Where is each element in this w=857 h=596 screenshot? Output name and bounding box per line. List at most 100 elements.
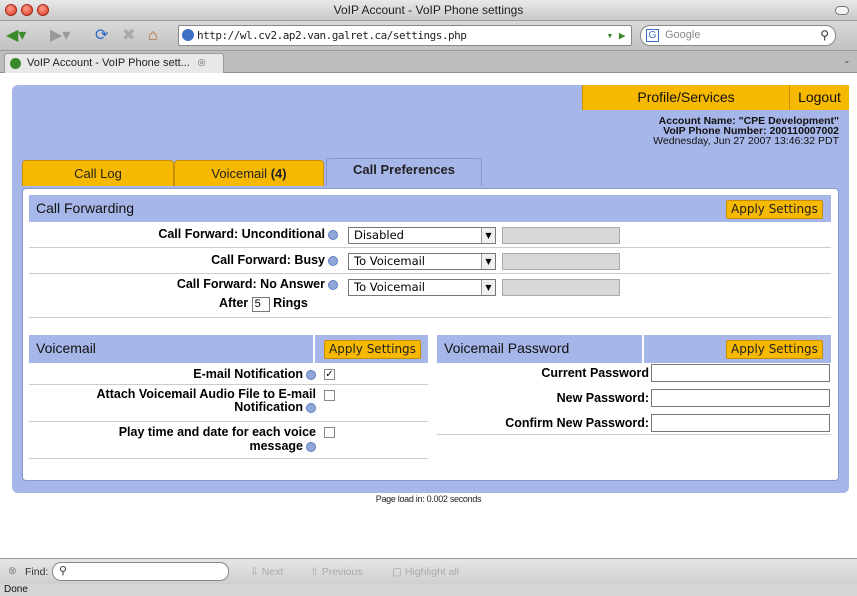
search-box[interactable]: G Google ⚲ (640, 25, 836, 46)
toolbar-toggle-button[interactable] (835, 6, 849, 15)
close-tab-icon[interactable]: ⊗ (197, 54, 206, 73)
close-find-icon[interactable]: ⊗ (8, 565, 17, 577)
browser-tab-label: VoIP Account - VoIP Phone sett... (27, 57, 190, 69)
unconditional-label: Call Forward: Unconditional (158, 227, 338, 241)
search-placeholder: Google (665, 29, 701, 41)
find-previous-button[interactable]: ⇧ Previous (310, 566, 363, 578)
forward-arrow-icon[interactable]: ▶▾ (50, 27, 70, 45)
after-label: After (219, 296, 249, 310)
section-tabs: Call Log Voicemail (4) Call Preferences (22, 158, 482, 186)
find-bar: ⊗ Find: ⚲ ⇩ Next ⇧ Previous ▢ Highlight … (0, 558, 857, 584)
favicon-icon (10, 58, 21, 69)
busy-select[interactable]: To Voicemail ▼ (348, 253, 496, 270)
unconditional-select[interactable]: Disabled ▼ (348, 227, 496, 244)
window-titlebar: VoIP Account - VoIP Phone settings (0, 0, 857, 21)
help-icon[interactable] (328, 279, 338, 290)
new-password-input[interactable] (651, 389, 830, 407)
url-text: http://wl.cv2.ap2.van.galret.ca/settings… (197, 29, 467, 42)
unconditional-row: Call Forward: Unconditional Disabled ▼ (29, 223, 831, 248)
go-arrow-icon[interactable]: ▾ ▶ (607, 26, 626, 45)
reload-icon[interactable]: ⟳ (95, 27, 108, 45)
search-icon[interactable]: ⚲ (820, 26, 829, 45)
search-icon: ⚲ (59, 565, 68, 577)
help-icon[interactable] (328, 229, 338, 240)
tab-voicemail[interactable]: Voicemail (4) (174, 160, 324, 186)
app-container: Profile/Services Logout Account Name: "C… (12, 85, 849, 493)
apply-voicemail-password-button[interactable]: Apply Settings (726, 340, 823, 359)
google-engine-icon[interactable]: G (646, 29, 659, 42)
email-notification-row: E-mail Notification ✓ (29, 363, 428, 385)
busy-number-field (502, 253, 620, 270)
stop-icon[interactable]: ✖ (122, 27, 135, 45)
play-time-row: Play time and date for each voice message (29, 422, 428, 459)
current-datetime: Wednesday, Jun 27 2007 13:46:32 PDT (653, 135, 839, 147)
window-controls (5, 4, 49, 16)
rings-label: Rings (273, 296, 308, 310)
attach-audio-checkbox[interactable] (324, 390, 335, 401)
logout-link[interactable]: Logout (789, 85, 849, 110)
apply-call-forwarding-button[interactable]: Apply Settings (726, 200, 823, 219)
no-answer-row: Call Forward: No Answer To Voicemail ▼ Af… (29, 274, 831, 318)
confirm-password-row: Confirm New Password: (437, 411, 831, 435)
page-content: Profile/Services Logout Account Name: "C… (0, 73, 857, 555)
help-icon[interactable] (306, 402, 316, 413)
confirm-password-input[interactable] (651, 414, 830, 432)
profile-services-link[interactable]: Profile/Services (582, 85, 789, 110)
help-icon[interactable] (306, 441, 316, 452)
site-globe-icon (182, 29, 194, 41)
tab-list-icon[interactable]: ⌄ (843, 55, 853, 69)
browser-toolbar: ◀▾ ▶▾ ⟳ ✖ ⌂ http://wl.cv2.ap2.van.galret… (0, 21, 857, 51)
new-password-row: New Password: (437, 387, 831, 407)
account-info: Account Name: "CPE Development" VoIP Pho… (653, 116, 839, 147)
no-answer-number-field (502, 279, 620, 296)
tab-call-log[interactable]: Call Log (22, 160, 174, 186)
page-load-time: Page load in: 0.002 seconds (375, 494, 482, 504)
new-password-label: New Password: (556, 391, 649, 405)
highlight-all-button[interactable]: ▢ Highlight all (392, 566, 459, 578)
email-notification-label: E-mail Notification (193, 367, 316, 381)
attach-audio-row: Attach Voicemail Audio File to E-mail Not… (29, 385, 428, 422)
chevron-down-icon: ▼ (481, 228, 495, 243)
voicemail-title: Voicemail (36, 340, 96, 356)
busy-label: Call Forward: Busy (211, 253, 338, 267)
rings-group: After 5 Rings (219, 296, 308, 312)
current-password-row: Current Password (437, 363, 831, 383)
current-password-label: Current Password (541, 366, 649, 380)
rings-input[interactable]: 5 (251, 297, 270, 312)
attach-audio-label: Attach Voicemail Audio File to E-mail Not… (96, 387, 316, 414)
tab-voicemail-label: Voicemail (211, 166, 268, 181)
voicemail-password-title: Voicemail Password (444, 340, 570, 356)
home-icon[interactable]: ⌂ (148, 27, 158, 45)
voicemail-count-badge: (4) (270, 166, 287, 181)
play-time-label: Play time and date for each voice message (118, 425, 316, 453)
settings-panel: Call Forwarding Apply Settings Call Forw… (22, 188, 839, 481)
confirm-password-label: Confirm New Password: (505, 416, 649, 430)
zoom-window-button[interactable] (37, 4, 49, 16)
call-forwarding-title: Call Forwarding (36, 200, 135, 216)
address-bar[interactable]: http://wl.cv2.ap2.van.galret.ca/settings… (178, 25, 632, 46)
minimize-window-button[interactable] (21, 4, 33, 16)
help-icon[interactable] (306, 369, 316, 380)
close-window-button[interactable] (5, 4, 17, 16)
play-time-checkbox[interactable] (324, 427, 335, 438)
find-next-button[interactable]: ⇩ Next (250, 566, 283, 578)
tab-call-preferences[interactable]: Call Preferences (326, 158, 482, 186)
no-answer-label: Call Forward: No Answer (177, 277, 338, 291)
no-answer-select[interactable]: To Voicemail ▼ (348, 279, 496, 296)
busy-row: Call Forward: Busy To Voicemail ▼ (29, 248, 831, 274)
back-arrow-icon[interactable]: ◀▾ (6, 27, 26, 45)
current-password-input[interactable] (651, 364, 830, 382)
call-forwarding-header: Call Forwarding (29, 195, 831, 222)
unconditional-number-field (502, 227, 620, 244)
apply-voicemail-button[interactable]: Apply Settings (324, 340, 421, 359)
window-title: VoIP Account - VoIP Phone settings (333, 3, 524, 17)
chevron-down-icon: ▼ (481, 254, 495, 269)
find-input[interactable]: ⚲ (52, 562, 229, 581)
email-notification-checkbox[interactable]: ✓ (324, 369, 335, 380)
help-icon[interactable] (328, 255, 338, 266)
browser-tab[interactable]: VoIP Account - VoIP Phone sett... ⊗ (4, 53, 224, 73)
find-label: Find: (25, 566, 49, 578)
status-bar: Done (0, 584, 857, 596)
browser-tabstrip: VoIP Account - VoIP Phone sett... ⊗ ⌄ (0, 51, 857, 73)
chevron-down-icon: ▼ (481, 280, 495, 295)
